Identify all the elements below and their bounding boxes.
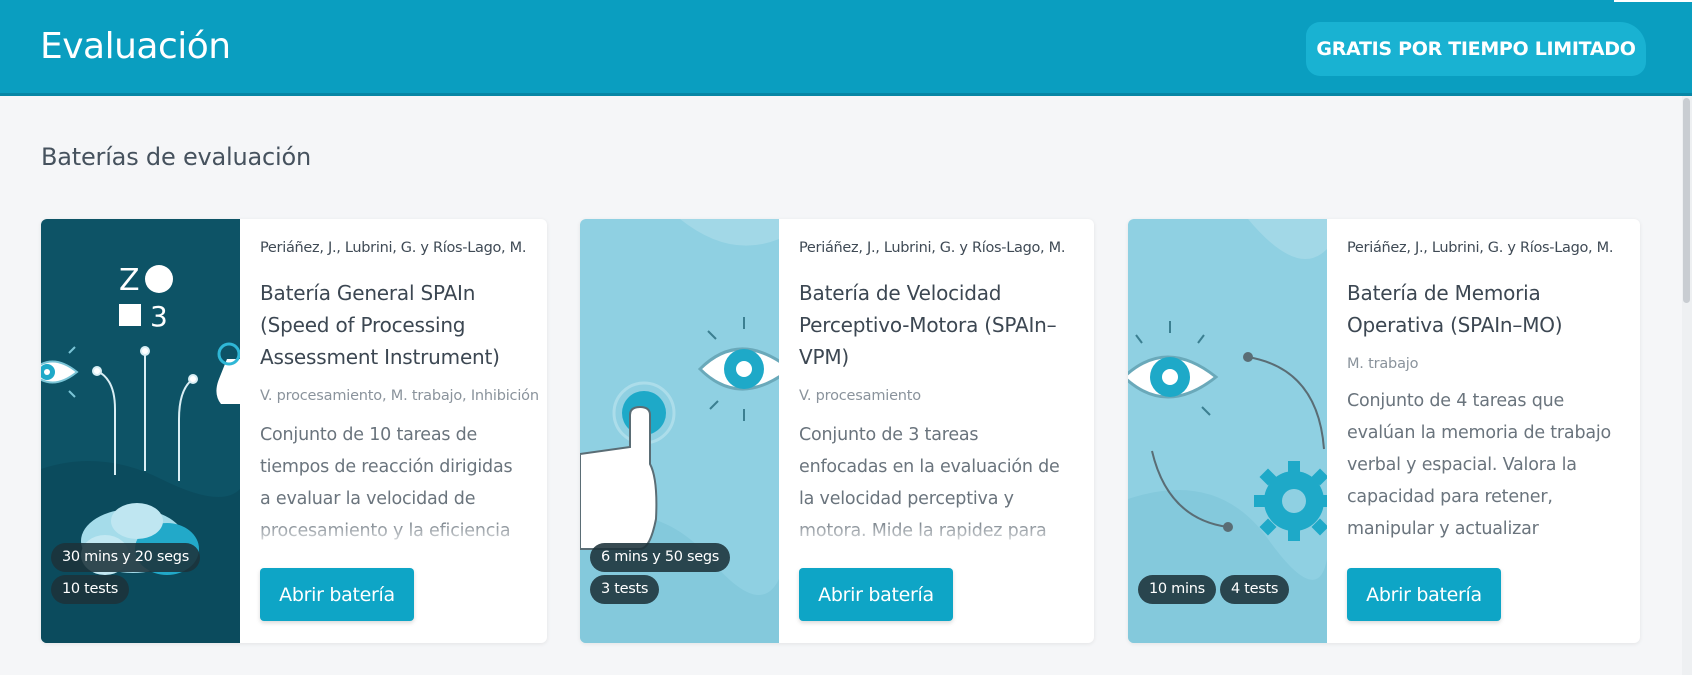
duration-badge: 10 mins (1138, 575, 1216, 604)
duration-badge: 30 mins y 20 segs (51, 543, 200, 572)
description-fade (799, 519, 1065, 549)
card-illustration: Z 3 30 mins y 20 segs 10 tests (41, 219, 240, 643)
card-authors: Periáñez, J., Lubrini, G. y Ríos-Lago, M… (260, 240, 527, 256)
card-tags: V. procesamiento, M. trabajo, Inhibición (260, 388, 539, 404)
card-content: Periáñez, J., Lubrini, G. y Ríos-Lago, M… (260, 219, 539, 643)
art-letter-z: Z (119, 263, 140, 298)
open-battery-button[interactable]: Abrir batería (799, 568, 953, 621)
duration-badge: 6 mins y 50 segs (590, 543, 731, 572)
tests-count-badge: 3 tests (590, 575, 660, 604)
open-battery-button[interactable]: Abrir batería (260, 568, 414, 621)
open-battery-button[interactable]: Abrir batería (1347, 568, 1501, 621)
tests-count-badge: 4 tests (1220, 575, 1290, 604)
description-fade (260, 519, 526, 549)
window-corner (1614, 0, 1692, 2)
card-tags: M. trabajo (1347, 356, 1419, 372)
card-title[interactable]: Batería de Memoria Operativa (SPAIn–MO) (1347, 277, 1627, 341)
card-illustration: 10 mins 4 tests (1128, 219, 1327, 643)
card-illustration: 6 mins y 50 segs 3 tests (580, 219, 779, 643)
scrollbar-thumb[interactable] (1683, 98, 1690, 303)
battery-card: Z 3 30 mins y 20 segs 10 tests Periáñez,… (41, 219, 547, 643)
page-title: Evaluación (40, 26, 231, 67)
section-title: Baterías de evaluación (41, 143, 311, 171)
battery-card: 6 mins y 50 segs 3 tests Periáñez, J., L… (580, 219, 1094, 643)
tests-count-badge: 10 tests (51, 575, 130, 604)
gear-icon (1254, 461, 1327, 541)
card-tags: V. procesamiento (799, 388, 921, 404)
top-bar: Evaluación GRATIS POR TIEMPO LIMITADO (0, 0, 1692, 96)
promo-badge[interactable]: GRATIS POR TIEMPO LIMITADO (1306, 22, 1646, 76)
card-title[interactable]: Batería General SPAIn (Speed of Processi… (260, 277, 540, 373)
card-content: Periáñez, J., Lubrini, G. y Ríos-Lago, M… (799, 219, 1080, 643)
card-title[interactable]: Batería de Velocidad Perceptivo-Motora (… (799, 277, 1079, 373)
card-description: Conjunto de 4 tareas que evalúan la memo… (1347, 391, 1612, 539)
card-content: Periáñez, J., Lubrini, G. y Ríos-Lago, M… (1347, 219, 1626, 643)
card-authors: Periáñez, J., Lubrini, G. y Ríos-Lago, M… (799, 240, 1066, 256)
card-authors: Periáñez, J., Lubrini, G. y Ríos-Lago, M… (1347, 240, 1614, 256)
art-letter-3: 3 (150, 300, 168, 333)
battery-card: 10 mins 4 tests Periáñez, J., Lubrini, G… (1128, 219, 1640, 643)
